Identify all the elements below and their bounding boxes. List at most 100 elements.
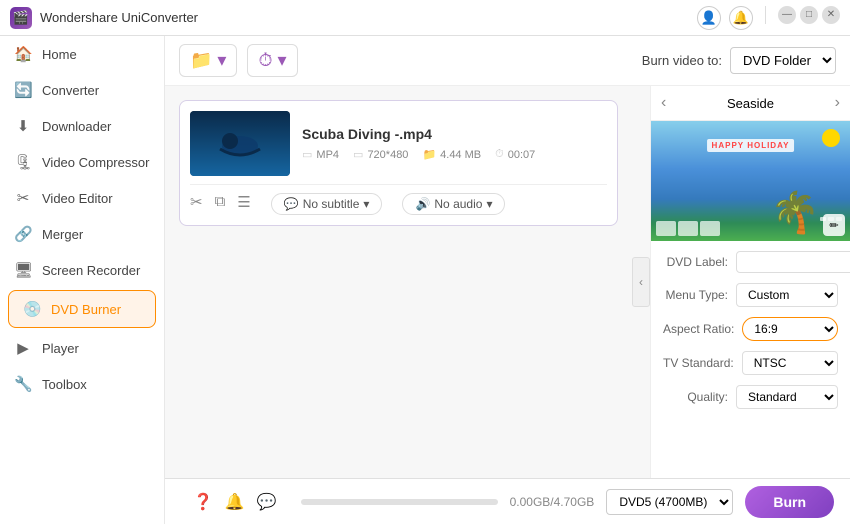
- progress-bar: [301, 499, 498, 505]
- copy-icon[interactable]: ⧉: [215, 193, 226, 215]
- video-duration: ⏱ 00:07: [495, 148, 535, 161]
- video-title: Scuba Diving -.mp4: [302, 126, 607, 142]
- add-chapter-button[interactable]: ⏱ ▾: [247, 44, 297, 77]
- sidebar-item-player[interactable]: ▶ Player: [0, 330, 164, 366]
- video-thumbnail: [190, 111, 290, 176]
- downloader-icon: ⬇: [14, 117, 32, 135]
- menu-icon[interactable]: ☰: [237, 193, 250, 215]
- sidebar-item-screen-recorder[interactable]: 🖥 Screen Recorder: [0, 252, 164, 288]
- sidebar-item-video-compressor[interactable]: 🗜 Video Compressor: [0, 144, 164, 180]
- dvd-size-select[interactable]: DVD5 (4700MB) DVD9 (8500MB): [606, 489, 733, 515]
- help-icon[interactable]: ❓: [193, 492, 213, 512]
- bottom-bar: ❓ 🔔 💬 0.00GB/4.70GB DVD5 (4700MB) DVD9 (…: [165, 478, 850, 524]
- burn-button[interactable]: Burn: [745, 486, 834, 518]
- preview-edit-button[interactable]: ✏: [823, 214, 845, 236]
- video-meta: ▭ MP4 ▭ 720*480 📁 4.44 MB: [302, 148, 607, 161]
- sidebar-item-merger[interactable]: 🔗 Merger: [0, 216, 164, 252]
- video-info: Scuba Diving -.mp4 ▭ MP4 ▭ 720*480: [302, 126, 607, 161]
- menu-type-row: Menu Type: Custom None Classic Modern: [663, 283, 838, 307]
- size-icon: 📁: [422, 148, 436, 161]
- subtitle-icon: 💬: [284, 197, 299, 211]
- video-actions: ✂ ⧉ ☰ 💬 No subtitle ▾ 🔊: [190, 184, 607, 215]
- add-chapter-label: ▾: [278, 50, 287, 71]
- editor-icon: ✂: [14, 189, 32, 207]
- aspect-ratio-row: Aspect Ratio: 16:9 4:3: [663, 317, 838, 341]
- resolution-icon: ▭: [353, 148, 363, 161]
- user-icon[interactable]: 👤: [697, 6, 721, 30]
- subtitle-chevron-icon: ▾: [363, 197, 369, 211]
- subtitle-select[interactable]: 💬 No subtitle ▾: [271, 193, 383, 215]
- sidebar-item-home[interactable]: 🏠 Home: [0, 36, 164, 72]
- template-prev-button[interactable]: ‹: [661, 94, 666, 112]
- palm-tree-decoration: 🌴: [770, 189, 820, 236]
- sidebar-item-dvd-burner[interactable]: 💿 DVD Burner: [8, 290, 156, 328]
- home-icon: 🏠: [14, 45, 32, 63]
- tv-standard-select[interactable]: NTSC PAL: [742, 351, 838, 375]
- app-logo: 🎬: [10, 7, 32, 29]
- dvd-burner-icon: 💿: [23, 300, 41, 318]
- audio-select[interactable]: 🔊 No audio ▾: [402, 193, 505, 215]
- minimize-button[interactable]: —: [778, 6, 796, 24]
- burn-target-select[interactable]: DVD Folder DVD Disc ISO File: [730, 47, 836, 74]
- feedback-icon[interactable]: 💬: [257, 492, 277, 512]
- bottom-icons: ❓ 🔔 💬: [181, 492, 289, 512]
- template-preview: HAPPY HOLIDAY 🌴: [651, 121, 850, 241]
- sidebar-item-downloader[interactable]: ⬇ Downloader: [0, 108, 164, 144]
- converter-icon: 🔄: [14, 81, 32, 99]
- right-panel: ‹ Seaside › HAPPY HOLIDAY 🌴: [650, 86, 850, 478]
- video-resolution: ▭ 720*480: [353, 148, 408, 161]
- progress-text: 0.00GB/4.70GB: [510, 495, 595, 509]
- sun-decoration: [822, 129, 840, 147]
- sidebar-item-toolbox[interactable]: 🔧 Toolbox: [0, 366, 164, 402]
- add-video-button[interactable]: 📁 ▾: [179, 44, 237, 77]
- sidebar: 🏠 Home 🔄 Converter ⬇ Downloader 🗜 Video …: [0, 36, 165, 524]
- add-chapter-icon: ⏱: [258, 50, 272, 71]
- template-name: Seaside: [727, 96, 774, 111]
- toolbar: 📁 ▾ ⏱ ▾ Burn video to: DVD Folder DVD Di…: [165, 36, 850, 86]
- aspect-ratio-label: Aspect Ratio:: [663, 322, 734, 336]
- burn-target-label: Burn video to:: [642, 53, 722, 68]
- merger-icon: 🔗: [14, 225, 32, 243]
- template-nav: ‹ Seaside ›: [651, 86, 850, 121]
- video-format: ▭ MP4: [302, 148, 339, 161]
- audio-chevron-icon: ▾: [486, 197, 492, 211]
- aspect-ratio-select[interactable]: 16:9 4:3: [742, 317, 838, 341]
- holiday-text: HAPPY HOLIDAY: [707, 139, 795, 152]
- dvd-label-row: DVD Label:: [663, 251, 838, 273]
- tv-standard-label: TV Standard:: [663, 356, 734, 370]
- dvd-label-input[interactable]: [736, 251, 850, 273]
- menu-type-select[interactable]: Custom None Classic Modern: [736, 283, 838, 307]
- template-next-button[interactable]: ›: [835, 94, 840, 112]
- titlebar: 🎬 Wondershare UniConverter 👤 🔔 — □ ✕: [0, 0, 850, 36]
- bell-icon[interactable]: 🔔: [225, 492, 245, 512]
- notification-bell-icon[interactable]: 🔔: [729, 6, 753, 30]
- close-button[interactable]: ✕: [822, 6, 840, 24]
- player-icon: ▶: [14, 339, 32, 357]
- toolbox-icon: 🔧: [14, 375, 32, 393]
- dvd-label-label: DVD Label:: [663, 255, 728, 269]
- quality-row: Quality: Standard High Ultra: [663, 385, 838, 409]
- audio-icon: 🔊: [415, 197, 430, 211]
- window-controls: 👤 🔔 — □ ✕: [697, 6, 840, 30]
- compressor-icon: 🗜: [14, 153, 32, 171]
- quality-label: Quality:: [663, 390, 728, 404]
- collapse-panel-button[interactable]: ‹: [632, 257, 650, 307]
- sidebar-item-converter[interactable]: 🔄 Converter: [0, 72, 164, 108]
- preview-cards: [656, 221, 720, 236]
- duration-icon: ⏱: [495, 148, 504, 161]
- tv-standard-row: TV Standard: NTSC PAL: [663, 351, 838, 375]
- video-size: 📁 4.44 MB: [422, 148, 481, 161]
- menu-type-label: Menu Type:: [663, 288, 728, 302]
- dvd-size-section: DVD5 (4700MB) DVD9 (8500MB): [606, 489, 733, 515]
- format-icon: ▭: [302, 148, 312, 161]
- maximize-button[interactable]: □: [800, 6, 818, 24]
- sidebar-item-video-editor[interactable]: ✂ Video Editor: [0, 180, 164, 216]
- burn-target-section: Burn video to: DVD Folder DVD Disc ISO F…: [642, 47, 836, 74]
- quality-select[interactable]: Standard High Ultra: [736, 385, 838, 409]
- app-title: Wondershare UniConverter: [40, 10, 697, 25]
- settings-panel: DVD Label: Menu Type: Custom None Classi…: [651, 241, 850, 419]
- video-card: Scuba Diving -.mp4 ▭ MP4 ▭ 720*480: [179, 100, 618, 226]
- add-video-icon: 📁: [190, 50, 212, 71]
- cut-icon[interactable]: ✂: [190, 193, 203, 215]
- add-video-label: ▾: [217, 50, 226, 71]
